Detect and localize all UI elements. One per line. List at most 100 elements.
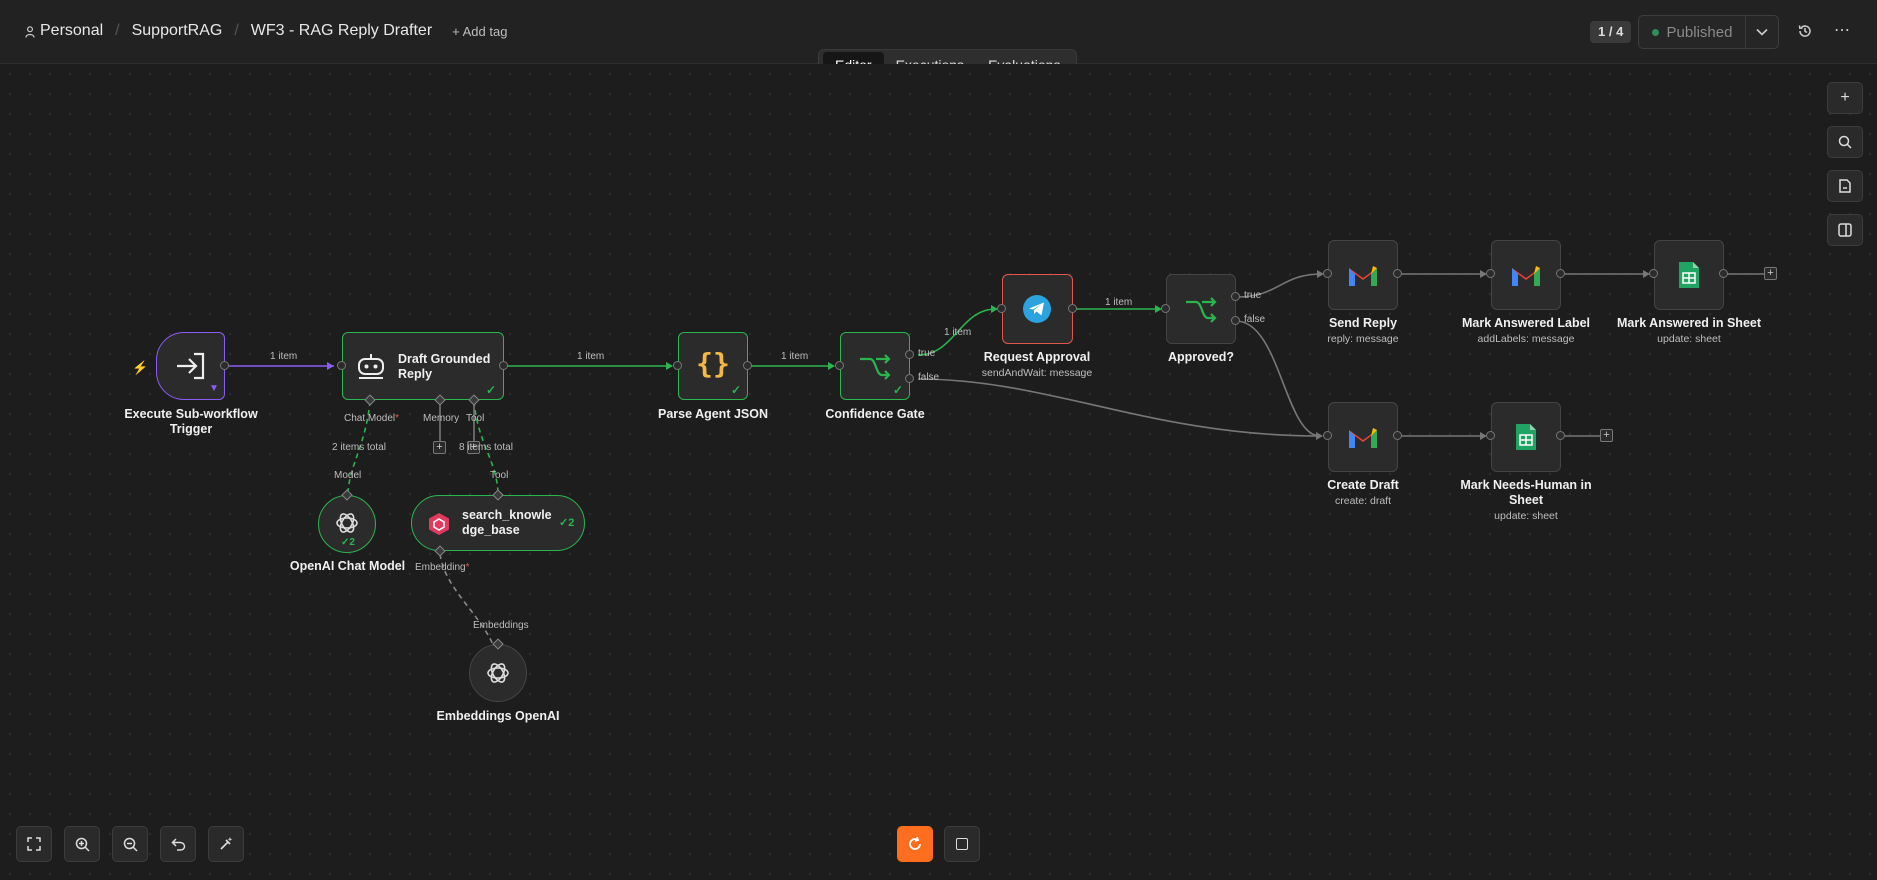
node-title: Request Approval: [983, 350, 1091, 364]
node-search-knowledge-base[interactable]: search_knowledge_base ✓2: [411, 495, 585, 551]
vector-store-icon: [429, 513, 449, 535]
input-handle[interactable]: [997, 304, 1006, 313]
connections: [225, 270, 1764, 665]
edge-gate-createdraft: [917, 378, 1321, 437]
output-handle[interactable]: [743, 361, 752, 370]
add-tag-button[interactable]: + Add tag: [452, 24, 507, 39]
breadcrumb-owner[interactable]: Personal: [40, 22, 103, 40]
success-check-icon: ✓: [731, 383, 742, 397]
telegram-icon: [1023, 295, 1051, 323]
port-label-memory: Memory: [423, 413, 460, 424]
node-confidence-gate[interactable]: ✓: [840, 332, 910, 400]
node-mark-answered-label[interactable]: [1491, 240, 1561, 310]
port-label-embeddings: Embeddings: [473, 620, 529, 631]
user-icon: [25, 25, 35, 38]
output-handle-true[interactable]: [1231, 292, 1240, 301]
refresh-icon[interactable]: [897, 826, 933, 862]
node-openai-chat[interactable]: ✓2: [318, 495, 376, 553]
node-create-draft[interactable]: [1328, 402, 1398, 472]
node-subtitle: addLabels: message: [1477, 333, 1575, 345]
output-label-false: false: [918, 372, 940, 383]
breadcrumb-project[interactable]: SupportRAG: [132, 22, 223, 40]
output-handle-false[interactable]: [1231, 316, 1240, 325]
plus-icon[interactable]: +: [1827, 82, 1863, 114]
input-handle[interactable]: [1323, 431, 1332, 440]
stop-icon[interactable]: [944, 826, 980, 862]
node-request-approval[interactable]: [1002, 274, 1073, 344]
input-handle[interactable]: [1649, 269, 1658, 278]
add-memory-button[interactable]: +: [433, 441, 446, 454]
node-title: Parse Agent JSON: [658, 407, 768, 421]
output-label-false: false: [1244, 314, 1266, 325]
add-node-button[interactable]: +: [1764, 267, 1777, 280]
node-subtitle: update: sheet: [1494, 510, 1558, 522]
node-title: Mark Answered Label: [1461, 316, 1591, 330]
success-check-icon: ✓2: [341, 537, 355, 548]
output-handle[interactable]: [1556, 431, 1565, 440]
output-handle[interactable]: [1556, 269, 1565, 278]
input-handle[interactable]: [673, 361, 682, 370]
output-handle[interactable]: [499, 361, 508, 370]
output-handle-false[interactable]: [905, 374, 914, 383]
output-handle-true[interactable]: [905, 350, 914, 359]
search-icon[interactable]: [1827, 126, 1863, 158]
node-title: search_knowledge_base: [462, 508, 552, 537]
output-handle[interactable]: [1393, 269, 1402, 278]
more-icon[interactable]: ⋯: [1831, 20, 1853, 42]
published-button[interactable]: Published: [1639, 16, 1746, 48]
success-check-icon: ✓2: [559, 517, 575, 529]
node-title: Mark Answered in Sheet: [1616, 316, 1762, 330]
input-handle[interactable]: [1323, 269, 1332, 278]
output-handle[interactable]: [220, 361, 229, 370]
node-trigger[interactable]: ▼: [156, 332, 225, 400]
output-label-true: true: [918, 348, 936, 359]
node-title: Approved?: [1168, 350, 1234, 364]
lightning-icon: ⚡: [132, 360, 149, 375]
node-approved[interactable]: [1166, 274, 1236, 344]
node-embeddings-openai[interactable]: [469, 644, 527, 702]
node-title: Execute Sub-workflow Trigger: [124, 407, 258, 436]
chevron-down-icon[interactable]: [1746, 16, 1778, 48]
input-handle[interactable]: [337, 361, 346, 370]
history-icon[interactable]: [1794, 20, 1816, 42]
switch-icon: [1186, 297, 1217, 323]
node-send-reply[interactable]: [1328, 240, 1398, 310]
input-handle[interactable]: [835, 361, 844, 370]
fit-view-icon[interactable]: [16, 826, 52, 862]
port-label-embedding: Embedding*: [415, 562, 470, 573]
input-handle[interactable]: [1161, 304, 1170, 313]
node-subtitle: reply: message: [1327, 333, 1399, 345]
breadcrumb: Personal / SupportRAG / WF3 - RAG Reply …: [25, 22, 507, 40]
input-handle[interactable]: [1486, 269, 1495, 278]
gmail-icon: [1512, 266, 1540, 286]
workflow-canvas[interactable]: ⚡ ▼ Execute Sub-workflow Trigger 1 item …: [0, 64, 1877, 880]
panel-icon[interactable]: [1827, 214, 1863, 246]
node-title: Send Reply: [1328, 316, 1398, 330]
breadcrumb-separator: /: [115, 22, 120, 39]
input-handle[interactable]: [1486, 431, 1495, 440]
add-node-button[interactable]: +: [1600, 429, 1613, 442]
publish-group: Published: [1638, 15, 1779, 49]
output-handle[interactable]: [1719, 269, 1728, 278]
edge-label: 1 item: [1105, 297, 1133, 308]
node-mark-answered-sheet[interactable]: [1654, 240, 1724, 310]
node-subtitle: sendAndWait: message: [981, 367, 1093, 379]
output-handle[interactable]: [1393, 431, 1402, 440]
undo-icon[interactable]: [160, 826, 196, 862]
node-mark-needs-human[interactable]: [1491, 402, 1561, 472]
port-label-tool: Tool: [466, 413, 485, 424]
node-parse-agent-json[interactable]: {} ✓: [678, 332, 748, 400]
node-subtitle: create: draft: [1334, 495, 1392, 507]
node-draft-reply[interactable]: Draft Grounded Reply ✓: [342, 332, 504, 400]
pin-icon: ▼: [209, 383, 219, 394]
status-dot: [1651, 28, 1659, 36]
workflow-name[interactable]: WF3 - RAG Reply Drafter: [251, 22, 432, 40]
zoom-in-icon[interactable]: [64, 826, 100, 862]
zoom-out-icon[interactable]: [112, 826, 148, 862]
edge-label: 1 item: [781, 351, 809, 362]
output-handle[interactable]: [1068, 304, 1077, 313]
tidy-up-icon[interactable]: [208, 826, 244, 862]
success-check-icon: ✓: [486, 383, 497, 397]
sticky-note-icon[interactable]: [1827, 170, 1863, 202]
stop-square: [956, 838, 968, 850]
